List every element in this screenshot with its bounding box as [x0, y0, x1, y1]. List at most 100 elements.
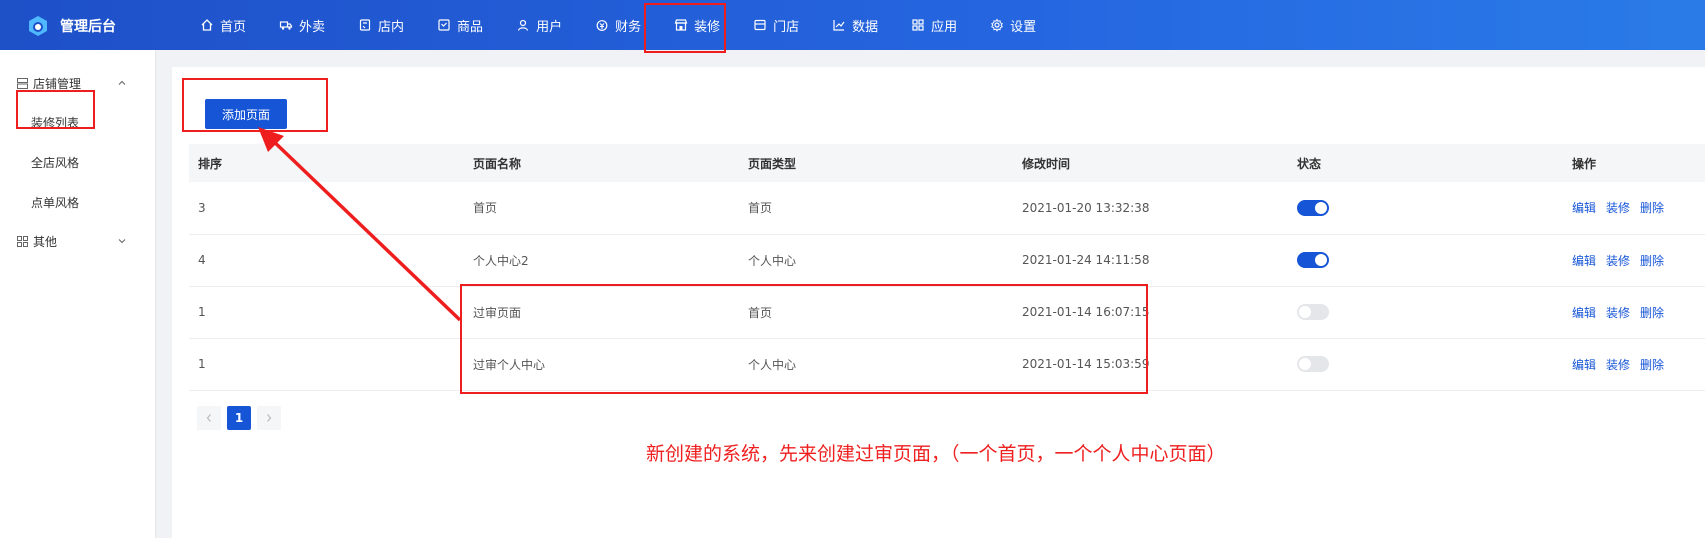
prev-page-button[interactable]: [197, 406, 221, 430]
chart-icon: [833, 20, 845, 31]
column-header: 状态: [1297, 156, 1322, 171]
chevron-left-icon: [206, 414, 211, 422]
nav-label: 商品: [457, 19, 484, 35]
next-page-button[interactable]: [257, 406, 281, 430]
edit-link[interactable]: 编辑: [1572, 306, 1596, 320]
nav-item-delivery[interactable]: 外卖: [279, 0, 325, 50]
cell-actions: 编辑 装修 删除: [1563, 286, 1705, 338]
cell-actions: 编辑 装修 删除: [1563, 182, 1705, 234]
nav-label: 外卖: [299, 19, 326, 35]
brand[interactable]: 管理后台: [26, 14, 116, 38]
table-row: 3 首页 首页 2021-01-20 13:32:38 编辑 装修 删除: [189, 182, 1705, 234]
chevron-up-icon: [118, 80, 126, 85]
finance-icon: [596, 20, 608, 31]
cell-name: 首页: [473, 201, 498, 216]
sidebar-item-store-style[interactable]: 全店风格: [0, 142, 155, 182]
page-number[interactable]: 1: [227, 406, 251, 430]
delivery-icon: [279, 21, 293, 30]
nav-item-apps[interactable]: 应用: [911, 0, 957, 50]
decorate-link[interactable]: 装修: [1606, 306, 1630, 320]
chevron-right-icon: [267, 414, 272, 422]
shop-icon: [754, 19, 766, 31]
nav-label: 门店: [773, 19, 800, 35]
delete-link[interactable]: 删除: [1640, 306, 1664, 320]
nav-label: 财务: [615, 19, 642, 35]
column-header: 页面类型: [748, 156, 797, 171]
decorate-link[interactable]: 装修: [1606, 201, 1630, 215]
brand-title: 管理后台: [60, 19, 116, 35]
nav-label: 应用: [931, 19, 958, 35]
nav-item-home[interactable]: 首页: [200, 0, 246, 50]
status-toggle[interactable]: [1297, 304, 1329, 320]
toggle-knob: [1299, 306, 1311, 318]
edit-link[interactable]: 编辑: [1572, 254, 1596, 268]
nav-item-data[interactable]: 数据: [832, 0, 878, 50]
cell-type: 个人中心: [748, 253, 797, 268]
sidebar-group-label: 其他: [33, 234, 58, 249]
nav-label: 数据: [852, 19, 879, 35]
status-toggle[interactable]: [1297, 356, 1329, 372]
sidebar-group-other[interactable]: 其他: [0, 222, 155, 260]
main-nav: 首页 外卖 店内 商品 用户 财务 装修 门店 数据 应用 设置: [200, 0, 1069, 50]
highlight-box-review-rows: [460, 284, 1148, 394]
goods-icon: [438, 19, 450, 31]
cell-time: 2021-01-20 13:32:38: [1022, 200, 1150, 215]
toggle-knob: [1315, 254, 1327, 266]
toggle-knob: [1315, 201, 1327, 214]
column-header: 排序: [198, 156, 223, 171]
logo-icon: [29, 16, 47, 36]
delete-link[interactable]: 删除: [1640, 358, 1664, 372]
decorate-link[interactable]: 装修: [1606, 358, 1630, 372]
delete-link[interactable]: 删除: [1640, 201, 1664, 215]
home-icon: [201, 19, 213, 31]
cell-status: [1288, 286, 1563, 338]
nav-item-dine-in[interactable]: 店内: [358, 0, 404, 50]
cell-status: [1288, 234, 1563, 286]
cell-time: 2021-01-24 14:11:58: [1022, 253, 1150, 267]
delete-link[interactable]: 删除: [1640, 254, 1664, 268]
toggle-knob: [1299, 358, 1311, 370]
pagination: 1: [197, 406, 287, 430]
highlight-box-nav-decorate: [644, 3, 726, 53]
cell-status: [1288, 182, 1563, 234]
highlight-box-add-button: [182, 78, 328, 132]
nav-item-finance[interactable]: 财务: [595, 0, 641, 50]
user-icon: [517, 19, 529, 31]
gear-icon: [991, 18, 1004, 32]
nav-label: 设置: [1010, 19, 1037, 35]
apps-icon: [912, 19, 924, 31]
nav-item-shop[interactable]: 门店: [753, 0, 799, 50]
nav-label: 店内: [378, 19, 405, 35]
sidebar-item-order-style[interactable]: 点单风格: [0, 182, 155, 222]
sidebar-group-label: 店铺管理: [33, 76, 82, 91]
cell-name: 个人中心2: [473, 253, 529, 268]
cell-actions: 编辑 装修 删除: [1563, 234, 1705, 286]
column-header: 页面名称: [473, 156, 522, 171]
sidebar-item-label: 全店风格: [31, 155, 80, 170]
cell-type: 首页: [748, 201, 773, 216]
column-header: 操作: [1572, 156, 1597, 171]
cell-actions: 编辑 装修 删除: [1563, 338, 1705, 390]
highlight-box-sidebar-item: [16, 90, 95, 129]
cell-status: [1288, 338, 1563, 390]
decorate-link[interactable]: 装修: [1606, 254, 1630, 268]
status-toggle[interactable]: [1297, 199, 1329, 216]
edit-link[interactable]: 编辑: [1572, 358, 1596, 372]
nav-item-user[interactable]: 用户: [516, 0, 562, 50]
nav-item-goods[interactable]: 商品: [437, 0, 483, 50]
cell-order: 4: [198, 253, 206, 267]
column-header: 修改时间: [1022, 156, 1071, 171]
nav-item-settings[interactable]: 设置: [990, 0, 1036, 50]
chevron-down-icon: [118, 239, 126, 244]
sidebar-item-label: 点单风格: [31, 195, 80, 210]
dine-in-icon: [359, 19, 371, 31]
table-header: 排序 页面名称 页面类型 修改时间 状态 操作: [189, 144, 1705, 182]
annotation-text: 新创建的系统，先来创建过审页面，（一个首页，一个个人中心页面）: [646, 443, 1226, 465]
cell-order: 1: [198, 305, 206, 319]
status-toggle[interactable]: [1297, 252, 1329, 268]
cell-order: 1: [198, 357, 206, 371]
top-navbar: 管理后台 首页 外卖 店内 商品 用户 财务 装修 门店 数据 应用 设置: [0, 0, 1705, 50]
cell-order: 3: [198, 200, 206, 215]
edit-link[interactable]: 编辑: [1572, 201, 1596, 215]
nav-label: 用户: [536, 19, 563, 35]
